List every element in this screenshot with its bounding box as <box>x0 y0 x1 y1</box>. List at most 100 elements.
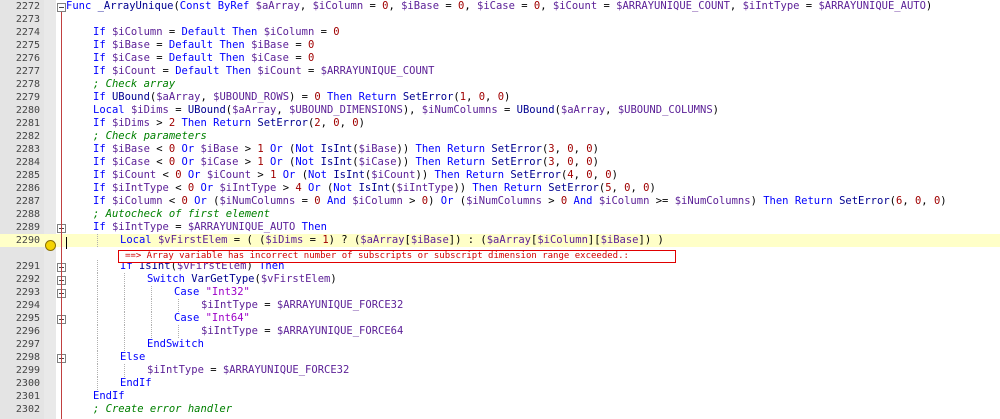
line-number: 2283 <box>15 144 40 155</box>
line-number: 2281 <box>15 118 40 129</box>
code-token: $ARRAYUNIQUE_FORCE32 <box>276 299 404 311</box>
code-text: Case "Int32" <box>174 286 250 299</box>
code-token: > <box>541 195 561 207</box>
code-token: $iCase <box>477 0 515 12</box>
code-token: $iColumn <box>352 195 403 207</box>
line-number: 2288 <box>15 209 40 220</box>
code-line[interactable]: 2286 If $iIntType < 0 Or $iIntType > 4 Or… <box>0 182 1000 195</box>
code-text: ; Check array <box>93 78 175 91</box>
code-line[interactable]: 2302 ; Create error handler <box>0 403 1000 416</box>
code-token: = <box>257 325 277 337</box>
code-line[interactable]: 2287 If $iColumn < 0 Or ($iNumColumns = 0… <box>0 195 1000 208</box>
line-number: 2295 <box>15 313 40 324</box>
code-token: If <box>93 143 112 155</box>
code-token: > <box>402 195 422 207</box>
code-token: , <box>485 91 498 103</box>
code-token: $iCount <box>111 65 157 77</box>
code-token: If <box>93 221 112 233</box>
code-line[interactable]: 2283 If $iBase < 0 Or $iBase > 1 Or (Not … <box>0 143 1000 156</box>
code-token: > <box>238 156 258 168</box>
code-line[interactable]: 2295 Case "Int64" <box>0 312 1000 325</box>
code-token: Default Then <box>168 39 252 51</box>
code-line[interactable]: 2290 Local $vFirstElem = ( ($iDims = 1) ?… <box>0 234 1000 247</box>
code-token: ) = <box>289 91 315 103</box>
code-line[interactable]: 2298 Else <box>0 351 1000 364</box>
code-line[interactable]: 2277 If $iCount = Default Then $iCount = … <box>0 65 1000 78</box>
line-number: 2296 <box>15 326 40 337</box>
code-token: > <box>251 169 271 181</box>
indent-guide <box>151 312 152 325</box>
code-line[interactable]: 2296 $iIntType = $ARRAYUNIQUE_FORCE64 <box>0 325 1000 338</box>
code-line[interactable]: 2289 If $iIntType = $ARRAYUNIQUE_AUTO The… <box>0 221 1000 234</box>
code-token: = <box>799 0 819 12</box>
code-line[interactable]: 2297 EndSwitch <box>0 338 1000 351</box>
code-token: $iBase <box>410 234 449 246</box>
code-token: And <box>320 195 353 207</box>
code-token: = ( ( <box>227 234 266 246</box>
indent-guide <box>124 286 125 299</box>
code-token: IsInt <box>320 143 353 155</box>
code-line[interactable]: 2288 ; Autocheck of first element <box>0 208 1000 221</box>
line-number: 2299 <box>15 365 40 376</box>
code-token: Not <box>308 169 334 181</box>
code-text: $iIntType = $ARRAYUNIQUE_FORCE32 <box>201 299 403 312</box>
code-line[interactable]: 2279 If UBound($aArray, $UBOUND_ROWS) = 0… <box>0 91 1000 104</box>
code-text: If $iCase < 0 Or $iCase > 1 Or (Not IsIn… <box>93 156 599 169</box>
code-line[interactable]: 2281 If $iDims > 2 Then Return SetError(2… <box>0 117 1000 130</box>
code-token: , <box>554 143 568 155</box>
code-text: Func _ArrayUnique(Const ByRef $aArray, $… <box>66 0 932 13</box>
indent-guide <box>97 260 98 273</box>
line-number: 2287 <box>15 196 40 207</box>
fold-toggle-icon[interactable] <box>57 3 66 12</box>
code-line[interactable]: 2278 ; Check array <box>0 78 1000 91</box>
code-line[interactable]: 2293 Case "Int32" <box>0 286 1000 299</box>
indent-guide <box>97 377 98 390</box>
code-token: Not <box>295 143 321 155</box>
code-line[interactable]: 2294 $iIntType = $ARRAYUNIQUE_FORCE32 <box>0 299 1000 312</box>
code-token: Local <box>93 104 131 116</box>
code-token: $iCount <box>371 169 416 181</box>
code-line[interactable]: 2292 Switch VarGetType($vFirstElem) <box>0 273 1000 286</box>
code-token: $aArray <box>255 0 300 12</box>
code-line[interactable]: 2282 ; Check parameters <box>0 130 1000 143</box>
code-token: , <box>320 117 334 129</box>
code-line[interactable]: 2273 <box>0 13 1000 26</box>
code-token: $iBase <box>200 143 239 155</box>
code-token: Switch <box>147 273 192 285</box>
code-token: )) <box>453 182 467 194</box>
code-token: , <box>388 0 402 12</box>
line-number: 2301 <box>15 391 40 402</box>
code-line[interactable]: 2300 EndIf <box>0 377 1000 390</box>
code-token: Or <box>263 156 290 168</box>
code-line[interactable]: 2285 If $iCount < 0 Or $iCount > 1 Or (No… <box>0 169 1000 182</box>
line-number: 2286 <box>15 183 40 194</box>
code-token: ]) : ( <box>448 234 487 246</box>
code-line[interactable]: 2299 $iIntType = $ARRAYUNIQUE_FORCE32 <box>0 364 1000 377</box>
code-text: If $iIntType < 0 Or $iIntType > 4 Or (No… <box>93 182 656 195</box>
code-token: $iBase <box>358 143 397 155</box>
code-line[interactable]: 2284 If $iCase < 0 Or $iCase > 1 Or (Not … <box>0 156 1000 169</box>
code-line[interactable]: 2274 If $iColumn = Default Then $iColumn … <box>0 26 1000 39</box>
code-token: UBound <box>111 91 150 103</box>
code-token: , <box>276 104 290 116</box>
code-line[interactable]: 2272 Func _ArrayUnique(Const ByRef $aArra… <box>0 0 1000 13</box>
indent-guide <box>97 325 98 338</box>
code-token: ; Check array <box>93 78 176 90</box>
code-token: $iDims <box>111 117 150 129</box>
breakpoint-marker-icon[interactable] <box>45 240 56 251</box>
code-token: Or <box>175 156 201 168</box>
code-token: < <box>162 195 182 207</box>
code-token: Or <box>194 182 220 194</box>
code-line[interactable]: 2275 If $iBase = Default Then $iBase = 0 <box>0 39 1000 52</box>
code-line[interactable]: 2276 If $iCase = Default Then $iCase = 0 <box>0 52 1000 65</box>
code-line[interactable]: 2301 EndIf <box>0 390 1000 403</box>
code-token: = <box>363 0 383 12</box>
code-line[interactable]: 2280 Local $iDims = UBound($aArray, $UBOU… <box>0 104 1000 117</box>
code-token: And <box>567 195 599 207</box>
code-editor[interactable]: 2272 Func _ArrayUnique(Const ByRef $aArra… <box>0 0 1000 419</box>
code-token: , <box>299 0 313 12</box>
code-token: ) <box>358 117 365 129</box>
indent-guide <box>178 299 179 312</box>
code-token: , <box>466 91 479 103</box>
code-token: ) <box>712 104 719 116</box>
